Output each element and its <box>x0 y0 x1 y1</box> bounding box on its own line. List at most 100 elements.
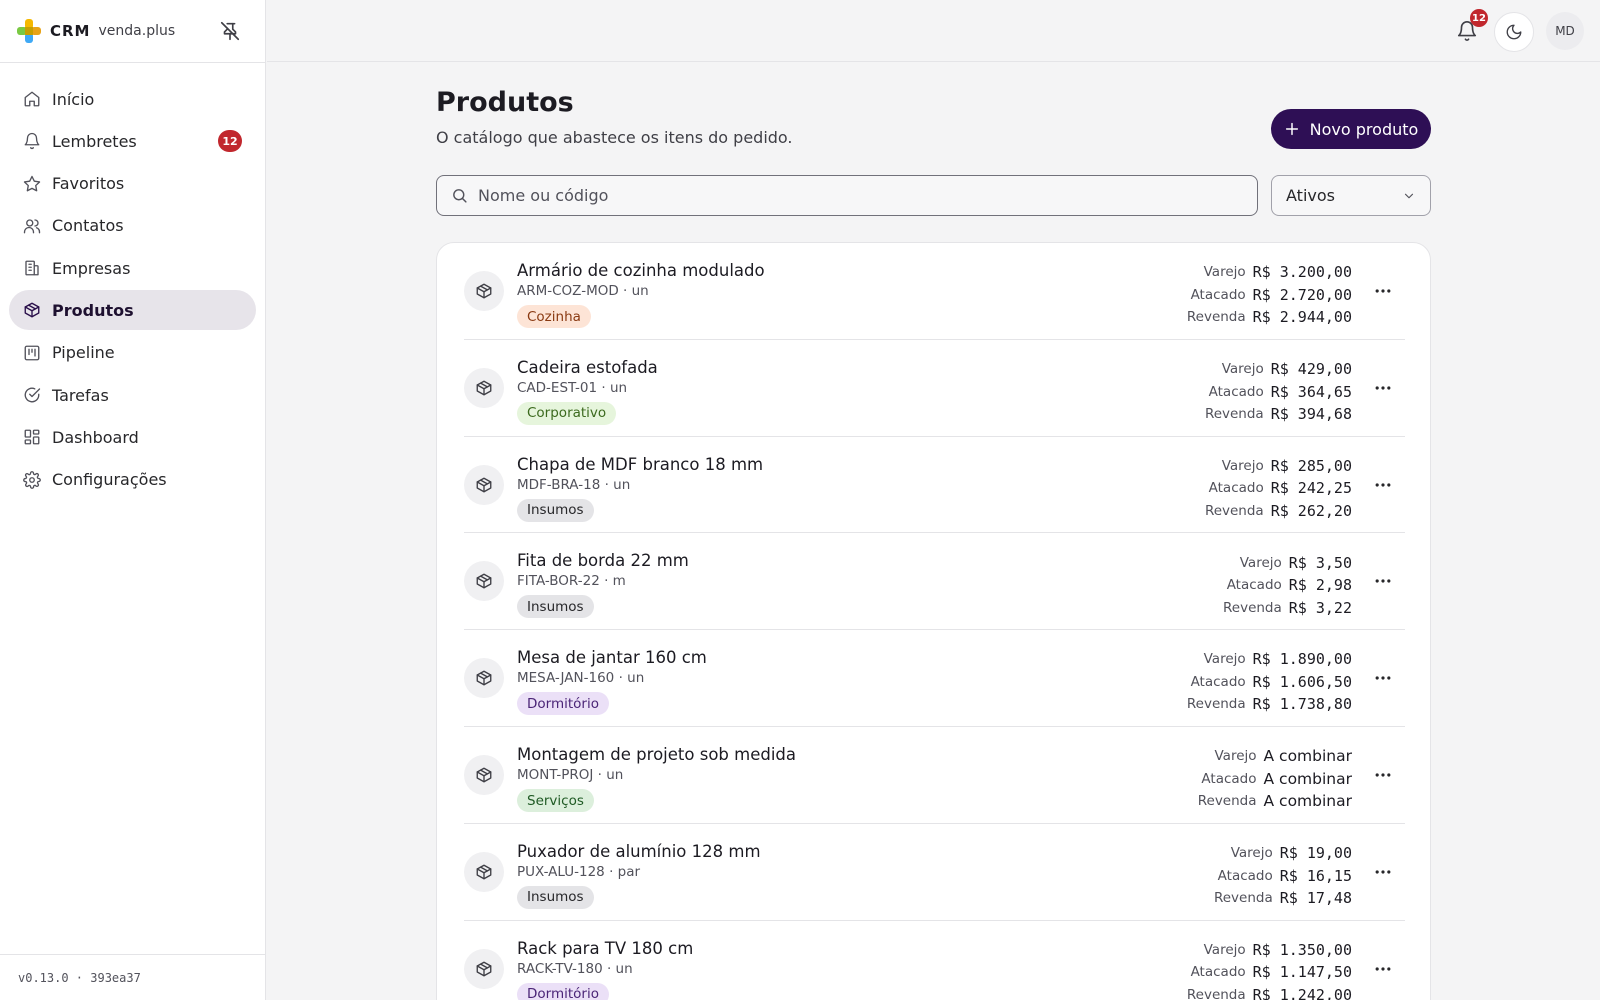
row-more-button[interactable] <box>1373 378 1393 398</box>
product-avatar <box>464 851 504 892</box>
price-label: Varejo <box>1203 651 1246 668</box>
price-wholesale: Atacado R$ 2.720,00 <box>1092 284 1352 307</box>
product-name[interactable]: Montagem de projeto sob medida <box>517 745 796 764</box>
category-tag: Dormitório <box>517 982 609 1000</box>
sidebar-item-lembretes[interactable]: Lembretes 12 <box>9 121 256 161</box>
category-tag: Corporativo <box>517 401 617 425</box>
price-retail: Varejo R$ 3.200,00 <box>1092 261 1352 284</box>
row-more-button[interactable] <box>1373 571 1393 591</box>
price-value: R$ 3,50 <box>1288 553 1352 572</box>
user-avatar[interactable]: MD <box>1546 12 1584 50</box>
search-input[interactable] <box>478 186 1238 205</box>
sidebar-item-empresas[interactable]: Empresas <box>9 248 256 288</box>
product-code: RACK-TV-180 · un <box>517 960 633 977</box>
more-horizontal-icon <box>1375 773 1391 777</box>
price-label: Atacado <box>1190 286 1246 303</box>
sidebar-item-contatos[interactable]: Contatos <box>9 206 256 246</box>
product-row[interactable]: Rack para TV 180 cm RACK-TV-180 · un Dormi… <box>464 921 1405 1000</box>
price-label: Revenda <box>1186 309 1246 326</box>
product-name[interactable]: Rack para TV 180 cm <box>517 939 693 958</box>
row-more-button[interactable] <box>1373 281 1393 301</box>
price-value: R$ 394,68 <box>1270 405 1352 424</box>
package-icon <box>476 477 492 493</box>
sidebar-item-favoritos[interactable]: Favoritos <box>9 164 256 204</box>
status-filter-select[interactable]: Ativos <box>1271 175 1431 216</box>
price-label: Atacado <box>1217 867 1273 884</box>
sidebar: CRM venda.plus Início Lembretes 12 Favorito… <box>0 0 266 1000</box>
chevron-down-icon <box>1404 193 1414 199</box>
product-code: CAD-EST-01 · un <box>517 379 628 396</box>
row-more-button[interactable] <box>1373 959 1393 979</box>
price-value: R$ 1.242,00 <box>1252 985 1352 1000</box>
product-name[interactable]: Fita de borda 22 mm <box>517 551 689 570</box>
sidebar-item-configuracoes[interactable]: Configurações <box>9 460 256 500</box>
topbar: 12 MD <box>267 0 1600 62</box>
product-prices: Varejo R$ 429,00 Atacado R$ 364,65 Revenda R$… <box>1092 358 1352 426</box>
product-row[interactable]: Chapa de MDF branco 18 mm MDF-BRA-18 · un… <box>464 437 1405 534</box>
price-value: R$ 1.147,50 <box>1252 963 1352 982</box>
price-label: Varejo <box>1203 264 1246 281</box>
row-more-button[interactable] <box>1373 862 1393 882</box>
product-prices: Varejo R$ 1.350,00 Atacado R$ 1.147,50 Reven… <box>1092 939 1352 1000</box>
price-value: R$ 19,00 <box>1279 844 1352 863</box>
unpin-sidebar-button[interactable] <box>219 20 241 42</box>
price-label: Varejo <box>1203 941 1246 958</box>
sidebar-item-label: Configurações <box>52 470 167 490</box>
sidebar-item-produtos[interactable]: Produtos <box>9 290 256 331</box>
product-avatar <box>464 271 504 311</box>
sidebar-item-pipeline[interactable]: Pipeline <box>9 333 256 373</box>
row-more-button[interactable] <box>1373 765 1393 785</box>
price-resale: Revenda R$ 262,20 <box>1092 500 1352 523</box>
price-label: Revenda <box>1186 696 1246 713</box>
product-row[interactable]: Montagem de projeto sob medida MONT-PROJ … <box>464 727 1405 824</box>
product-name[interactable]: Puxador de alumínio 128 mm <box>517 842 761 861</box>
price-label: Atacado <box>1201 770 1257 787</box>
new-product-button[interactable]: Novo produto <box>1271 109 1431 149</box>
price-label: Varejo <box>1221 361 1264 378</box>
product-name[interactable]: Mesa de jantar 160 cm <box>517 648 707 667</box>
sidebar-item-badge: 12 <box>218 130 242 153</box>
product-name[interactable]: Armário de cozinha modulado <box>517 261 765 280</box>
price-wholesale: Atacado R$ 364,65 <box>1092 380 1352 403</box>
pin-off-icon <box>220 21 240 41</box>
price-label: Revenda <box>1213 890 1273 907</box>
theme-toggle-button[interactable] <box>1494 12 1534 52</box>
price-retail: Varejo R$ 1.890,00 <box>1092 648 1352 671</box>
price-label: Revenda <box>1223 599 1282 616</box>
more-horizontal-icon <box>1375 870 1391 874</box>
row-more-button[interactable] <box>1373 475 1393 495</box>
price-retail: Varejo A combinar <box>1092 745 1352 768</box>
product-row[interactable]: Fita de borda 22 mm FITA-BOR-22 · m Insumo… <box>464 533 1405 631</box>
product-name[interactable]: Chapa de MDF branco 18 mm <box>517 455 763 474</box>
product-prices: Varejo R$ 285,00 Atacado R$ 242,25 Revenda R$… <box>1092 455 1352 523</box>
package-icon <box>476 670 492 686</box>
bell-icon <box>24 133 40 150</box>
price-label: Revenda <box>1204 502 1264 519</box>
row-more-button[interactable] <box>1373 668 1393 688</box>
sidebar-item-dashboard[interactable]: Dashboard <box>9 417 256 457</box>
price-value: R$ 1.890,00 <box>1252 650 1352 669</box>
price-wholesale: Atacado R$ 16,15 <box>1092 864 1352 887</box>
product-row[interactable]: Puxador de alumínio 128 mm PUX-ALU-128 · … <box>464 824 1405 921</box>
price-value: A combinar <box>1263 747 1352 766</box>
price-value: A combinar <box>1263 792 1352 811</box>
page-subtitle: O catálogo que abastece os itens do pedi… <box>436 128 793 147</box>
sidebar-item-tarefas[interactable]: Tarefas <box>9 375 256 415</box>
price-retail: Varejo R$ 1.350,00 <box>1092 939 1352 962</box>
more-horizontal-icon <box>1375 676 1391 680</box>
price-value: A combinar <box>1263 769 1352 788</box>
product-row[interactable]: Armário de cozinha modulado ARM-COZ-MOD ·… <box>464 243 1405 340</box>
more-horizontal-icon <box>1375 386 1391 390</box>
product-row[interactable]: Cadeira estofada CAD-EST-01 · un Corporati… <box>464 340 1405 437</box>
search-box <box>436 175 1258 216</box>
package-icon <box>476 961 492 977</box>
product-name[interactable]: Cadeira estofada <box>517 358 658 377</box>
category-tag: Dormitório <box>517 692 609 716</box>
sidebar-item-inicio[interactable]: Início <box>9 79 256 119</box>
moon-icon <box>1506 24 1522 40</box>
price-label: Varejo <box>1214 748 1257 765</box>
sidebar-item-label: Tarefas <box>52 385 109 405</box>
price-label: Varejo <box>1230 845 1273 862</box>
more-horizontal-icon <box>1375 579 1391 583</box>
product-row[interactable]: Mesa de jantar 160 cm MESA-JAN-160 · un Do… <box>464 630 1405 727</box>
